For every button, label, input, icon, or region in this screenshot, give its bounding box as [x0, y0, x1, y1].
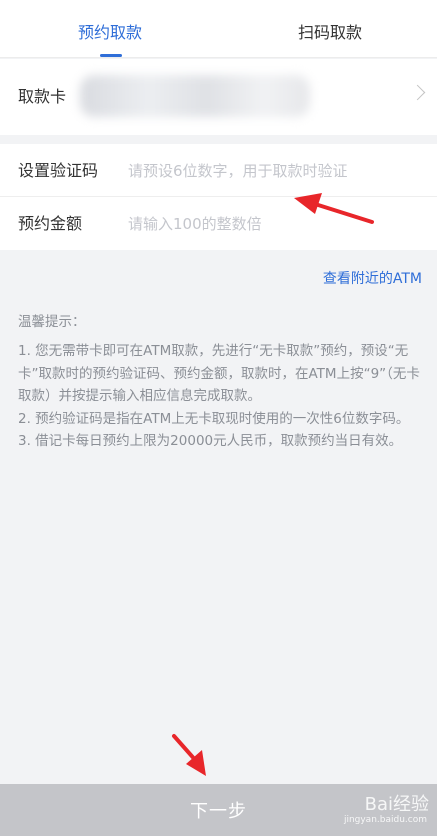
nearby-atm-link[interactable]: 查看附近的ATM — [323, 268, 422, 288]
tip-item: 1. 您无需带卡即可在ATM取款，先进行“无卡取款”预约，预设“无卡”取款时的预… — [18, 343, 420, 404]
amount-row: 预约金额 — [0, 197, 437, 250]
card-selector-row[interactable]: 取款卡 — [0, 59, 437, 135]
verification-code-row: 设置验证码 — [0, 144, 437, 197]
tab-reserve-withdrawal[interactable]: 预约取款 — [20, 0, 200, 58]
next-step-label: 下一步 — [190, 801, 247, 822]
amount-input[interactable] — [128, 210, 418, 238]
tab-bar: 预约取款 扫码取款 — [0, 0, 437, 58]
tips-list: 1. 您无需带卡即可在ATM取款，先进行“无卡取款”预约，预设“无卡”取款时的预… — [18, 340, 426, 453]
baidu-jingyan-watermark: Bai经验 — [364, 794, 429, 815]
tab-scan-withdrawal[interactable]: 扫码取款 — [240, 0, 420, 58]
tip-item: 2. 预约验证码是指在ATM上无卡取现时使用的一次性6位数字码。 — [18, 410, 410, 427]
card-number-blurred — [80, 75, 310, 117]
chevron-right-icon — [409, 84, 426, 101]
active-tab-indicator — [100, 54, 122, 57]
tips-title: 温馨提示： — [18, 314, 86, 330]
verification-code-label: 设置验证码 — [18, 161, 99, 180]
verification-code-input[interactable] — [128, 157, 418, 185]
tip-item: 3. 借记卡每日预约上限为20000元人民币，取款预约当日有效。 — [18, 433, 403, 449]
watermark-url: jingyan.baidu.com — [343, 815, 427, 825]
card-label: 取款卡 — [18, 87, 67, 106]
withdrawal-form: 设置验证码 预约金额 — [0, 144, 437, 250]
red-arrow-icon — [172, 734, 206, 776]
amount-label: 预约金额 — [18, 214, 83, 233]
